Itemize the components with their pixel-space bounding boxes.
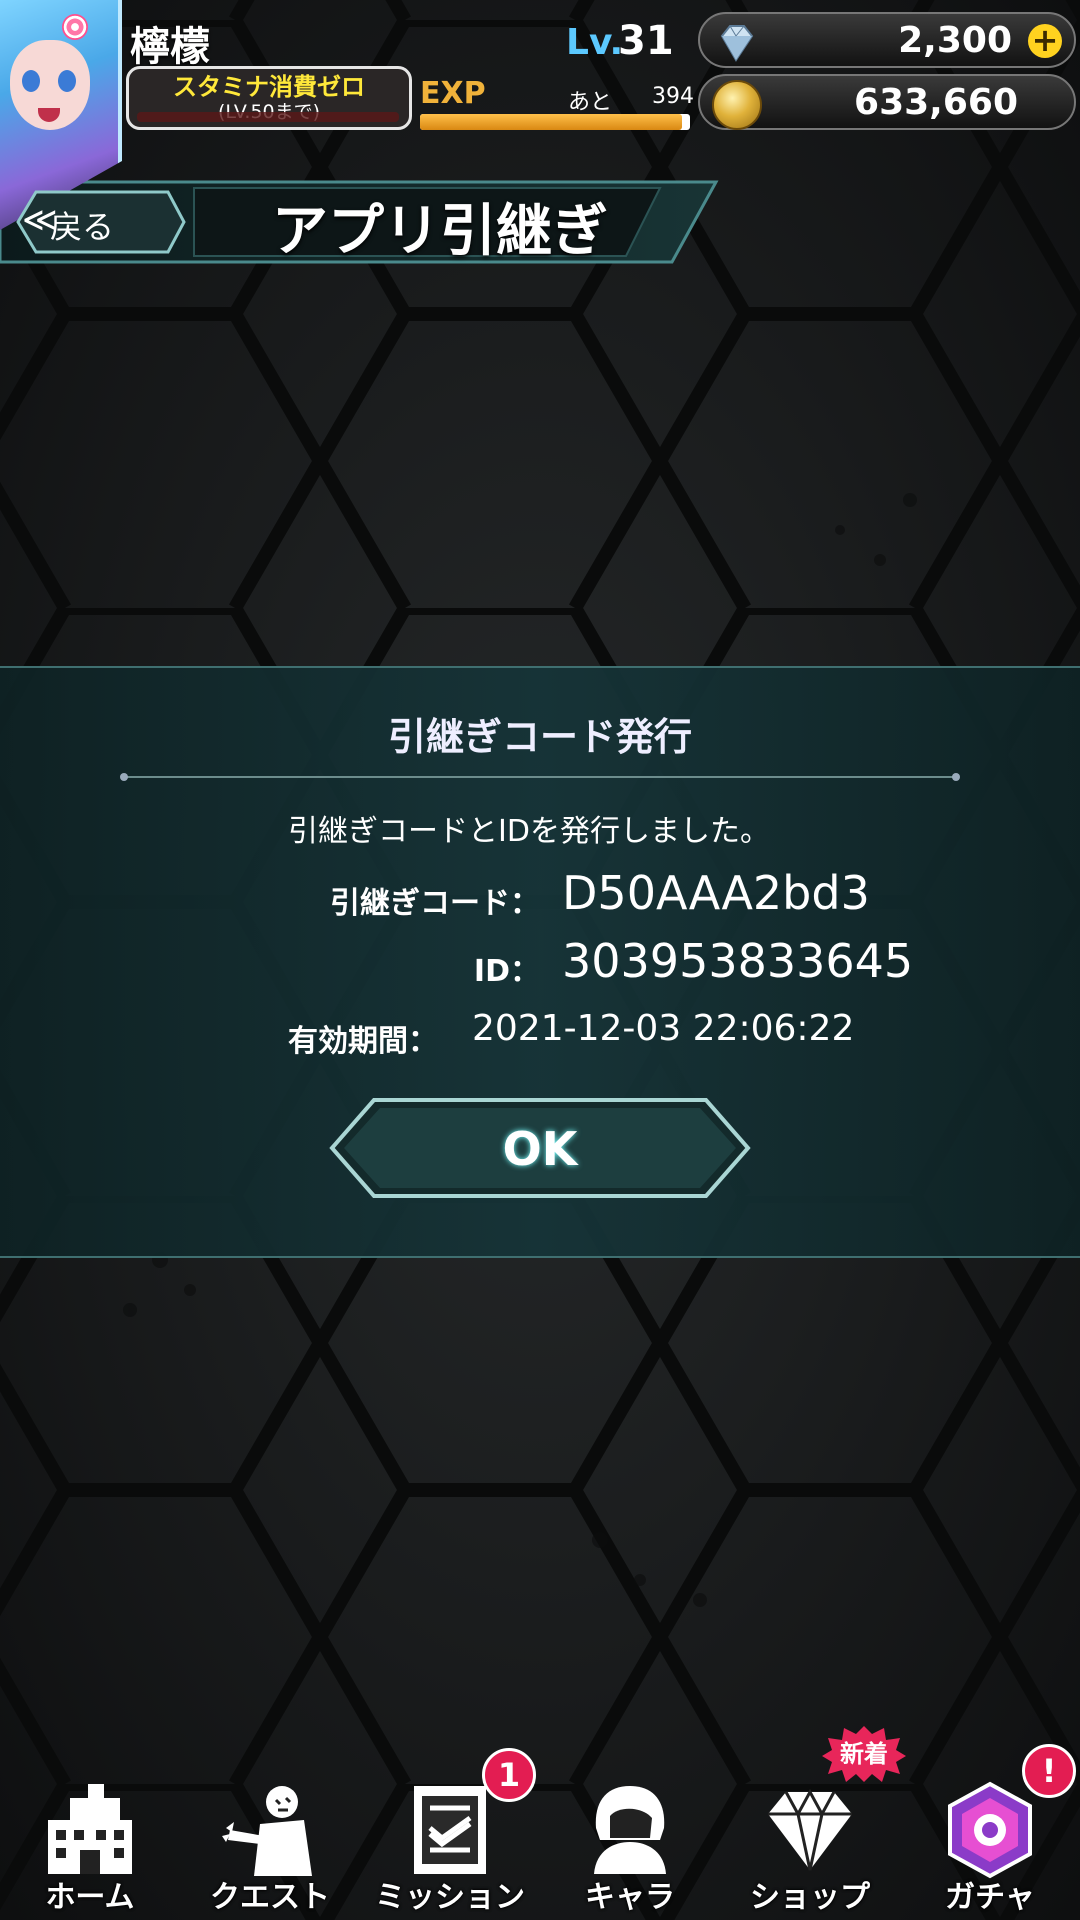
diamond-gem-icon	[720, 25, 754, 62]
add-gems-plus-icon[interactable]: +	[1028, 24, 1062, 58]
stamina-bar	[137, 112, 399, 122]
expiry-label: 有効期間：	[288, 1024, 438, 1059]
bottom-navigation: ホーム クエスト 1 ミッション キャラ 新着 ショップ ! ガチャ	[0, 1726, 1080, 1920]
gacha-icon	[948, 1781, 1032, 1879]
stamina-status: スタミナ消費ゼロ (LV.50まで)	[126, 66, 412, 130]
user-id-value: 303953833645	[562, 934, 914, 988]
zombie-icon	[222, 1786, 312, 1876]
ok-button-label: OK	[502, 1122, 578, 1176]
nav-label: ガチャ	[945, 1880, 1035, 1915]
avatar-eye	[22, 70, 40, 92]
mission-count-badge: 1	[482, 1748, 536, 1802]
exp-remaining-value: 394	[652, 84, 694, 109]
level-value: 31	[618, 18, 674, 64]
transfer-code-value: D50AAA2bd3	[562, 866, 870, 920]
ok-button[interactable]: OK	[328, 1096, 752, 1200]
gold-coin-icon	[712, 80, 762, 130]
user-id-label: ID：	[473, 954, 540, 989]
dialog-title: 引継ぎコード発行	[387, 715, 692, 759]
coin-count: 633,660	[854, 82, 1018, 123]
diamond-icon	[768, 1788, 852, 1871]
character-icon	[594, 1786, 666, 1874]
dialog-divider	[120, 773, 960, 781]
nav-shop[interactable]: 新着 ショップ	[720, 1726, 906, 1920]
nav-label: キャラ	[585, 1880, 675, 1915]
transfer-code-dialog: 引継ぎコード発行 引継ぎコードとIDを発行しました。 引継ぎコード： D50AA…	[0, 666, 1080, 1258]
nav-gacha[interactable]: ! ガチャ	[900, 1744, 1080, 1920]
checklist-icon	[414, 1786, 486, 1874]
nav-quest[interactable]: クエスト	[180, 1756, 360, 1920]
candy-icon	[62, 14, 88, 40]
nav-label: ショップ	[750, 1880, 870, 1915]
alert-exclamation-icon: !	[1022, 1744, 1076, 1798]
coin-currency: 633,660	[698, 74, 1076, 130]
player-name: 檸檬	[130, 24, 210, 70]
exp-progress-fill	[420, 114, 682, 130]
exp-progress-bar	[420, 114, 690, 130]
exp-remaining-label: あと	[568, 90, 613, 115]
nav-home[interactable]: ホーム	[0, 1756, 180, 1920]
gem-currency[interactable]: 2,300 +	[698, 12, 1076, 68]
dialog-message: 引継ぎコードとIDを発行しました。	[288, 814, 770, 849]
nav-label: ホーム	[45, 1880, 135, 1915]
nav-mission[interactable]: 1 ミッション	[360, 1748, 540, 1920]
building-icon	[48, 1784, 132, 1874]
gem-count: 2,300	[898, 20, 1012, 61]
back-button-label: 戻る	[50, 208, 115, 246]
nav-label: ミッション	[375, 1880, 525, 1915]
new-arrivals-text: 新着	[840, 1740, 888, 1768]
exp-label: EXP	[420, 76, 486, 111]
page-title: アプリ引継ぎ	[272, 199, 608, 264]
nav-character[interactable]: キャラ	[540, 1756, 720, 1920]
nav-label: クエスト	[210, 1880, 330, 1915]
new-arrivals-badge: 新着	[822, 1726, 906, 1782]
avatar-eye	[58, 70, 76, 92]
transfer-code-label: 引継ぎコード：	[330, 886, 540, 921]
expiry-value: 2021-12-03 22:06:22	[472, 1008, 855, 1049]
stamina-status-text: スタミナ消費ゼロ	[173, 73, 365, 101]
level-label: Lv.	[566, 22, 624, 63]
